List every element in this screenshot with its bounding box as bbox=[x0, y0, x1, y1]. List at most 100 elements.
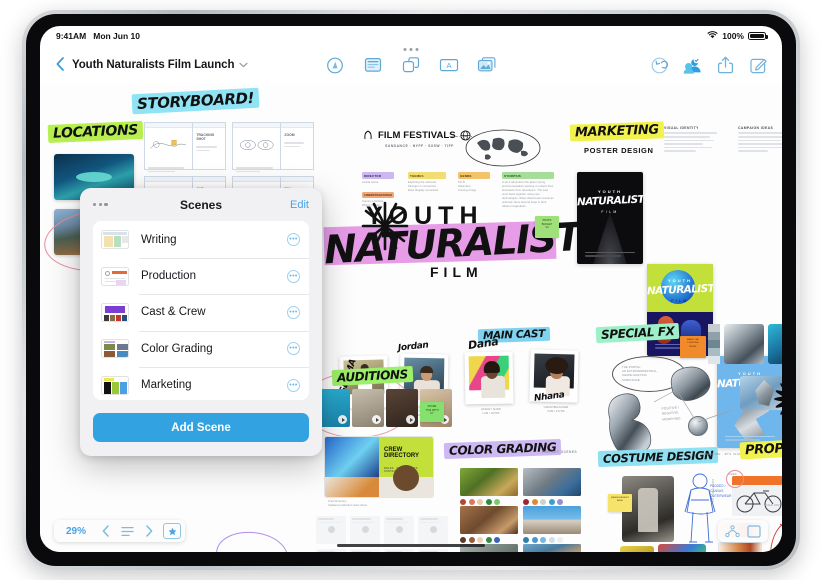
cast-signature-2: Jordan bbox=[397, 340, 429, 354]
treatment-tag-director[interactable]: DIRECTOR Leticia Ivarra bbox=[362, 172, 394, 185]
edit-button[interactable]: Edit bbox=[290, 199, 309, 211]
treatment-tag-synopsis[interactable]: SYNOPSIS A sci-fi adventure film about y… bbox=[502, 172, 554, 209]
chevron-right-icon[interactable] bbox=[138, 520, 160, 542]
media-icon[interactable] bbox=[477, 56, 497, 75]
scene-label: Production bbox=[141, 270, 196, 283]
scenes-panel[interactable]: Scenes Edit Writing ••• Production ••• C… bbox=[80, 188, 322, 456]
annotation-circle-bikes bbox=[726, 470, 744, 488]
scene-row-marketing[interactable]: Marketing ••• bbox=[93, 367, 309, 400]
heading-storyboard: STORYBOARD! bbox=[131, 87, 260, 115]
cast-name-3: HARLEY SHAW LUM / 19YRS bbox=[481, 408, 501, 416]
note-visual-identity[interactable]: VISUAL IDENTITY bbox=[664, 126, 720, 154]
scene-row-cast-crew[interactable]: Cast & Crew ••• bbox=[93, 294, 309, 330]
festival-subtitle: SUNDANCE · NYFF · SXSW · TIFF bbox=[385, 144, 454, 148]
starburst-black-icon bbox=[774, 376, 782, 427]
props-swatch-card-2[interactable] bbox=[718, 542, 762, 552]
list-lines-icon[interactable] bbox=[116, 520, 138, 542]
rectangle-icon[interactable] bbox=[743, 520, 765, 542]
audition-thumb-1[interactable] bbox=[318, 389, 350, 427]
heading-marketing: MARKETING bbox=[569, 121, 664, 142]
more-circle-icon[interactable]: ••• bbox=[287, 269, 300, 283]
scenes-panel-header: Scenes Edit bbox=[80, 188, 322, 221]
scene-thumbnail bbox=[101, 266, 129, 286]
home-indicator[interactable] bbox=[337, 543, 485, 547]
ipad-device-frame: 9:41AM Mon Jun 10 100% Youth Naturalists… bbox=[22, 10, 800, 570]
scene-row-color-grading[interactable]: Color Grading ••• bbox=[93, 330, 309, 367]
toolbar-right-tools bbox=[650, 56, 768, 75]
star-box-icon[interactable] bbox=[163, 523, 182, 539]
treatment-tag-genre[interactable]: GENRE Sci-Fi Adventure Coming of Age bbox=[458, 172, 490, 193]
chevron-left-icon[interactable] bbox=[94, 520, 116, 542]
audition-thumb-2[interactable] bbox=[352, 389, 384, 427]
sticky-note-lighting[interactable]: MAKE THE LIGHTING WORK bbox=[680, 336, 706, 358]
cast-polaroid-3[interactable] bbox=[464, 351, 514, 405]
shapes-icon[interactable] bbox=[402, 56, 421, 75]
costume-photo-yellow[interactable] bbox=[620, 546, 654, 552]
svg-text:A: A bbox=[446, 61, 452, 70]
more-circle-icon[interactable]: ••• bbox=[287, 378, 300, 392]
collaborate-icon[interactable] bbox=[683, 56, 702, 75]
annotation-circle-soundtrack bbox=[213, 528, 291, 552]
props-label-scale: SCALE ONLY bbox=[764, 504, 782, 507]
multitasking-control[interactable] bbox=[403, 48, 419, 51]
scene-thumbnail bbox=[101, 339, 129, 359]
note-campaign-ideas[interactable]: CAMPAIGN IDEAS bbox=[738, 126, 782, 154]
more-circle-icon[interactable]: ••• bbox=[287, 342, 300, 356]
scene-thumbnail bbox=[101, 302, 129, 322]
wifi-icon bbox=[707, 31, 718, 41]
grading-card-1[interactable] bbox=[460, 468, 518, 505]
compose-icon[interactable] bbox=[749, 56, 768, 75]
zoom-level[interactable]: 29% bbox=[58, 526, 94, 537]
more-circle-icon[interactable]: ••• bbox=[287, 233, 300, 247]
status-bar: 9:41AM Mon Jun 10 100% bbox=[40, 26, 782, 46]
more-circle-icon[interactable]: ••• bbox=[287, 305, 300, 319]
more-dots-icon[interactable] bbox=[93, 203, 108, 207]
node-path-icon[interactable] bbox=[721, 520, 743, 542]
add-scene-button[interactable]: Add Scene bbox=[93, 413, 309, 442]
scene-row-writing[interactable]: Writing ••• bbox=[93, 221, 309, 257]
fx-connector-lines bbox=[653, 389, 733, 423]
battery-percent: 100% bbox=[722, 31, 744, 41]
subheading-poster-design: POSTER DESIGN bbox=[584, 146, 654, 155]
grading-card-3[interactable] bbox=[460, 506, 518, 543]
costume-photo-fabrics[interactable] bbox=[658, 544, 706, 552]
storyboard-frame-1[interactable]: TRACKING SHOT bbox=[144, 122, 226, 173]
status-date: Mon Jun 10 bbox=[93, 31, 140, 41]
page-title[interactable]: Youth Naturalists Film Launch bbox=[72, 59, 234, 71]
grading-card-6[interactable] bbox=[523, 544, 581, 552]
text-box-icon[interactable]: A bbox=[439, 56, 459, 75]
connector-line bbox=[450, 136, 472, 137]
crew-directory-card[interactable]: CREWDIRECTORY ROLES · DEPARTMENTS · CONT… bbox=[324, 436, 434, 498]
fx-tone-strip bbox=[708, 324, 720, 364]
props-tent-diagram[interactable] bbox=[768, 516, 782, 552]
treatment-tag-themes[interactable]: THEMES Exploring the unknown Stronger in … bbox=[408, 172, 446, 193]
cast-signature-3: Dana bbox=[467, 334, 499, 353]
heading-special-fx: SPECIAL FX bbox=[595, 322, 680, 344]
back-button[interactable] bbox=[54, 56, 72, 74]
audition-thumb-3[interactable] bbox=[386, 389, 418, 427]
sticky-note-props-budget[interactable]: PROPS BUDGET V3 bbox=[535, 216, 559, 238]
fx-photo-chrome[interactable] bbox=[724, 324, 764, 364]
crew-directory-caption: Crew Directory Updated production team sh… bbox=[328, 500, 368, 508]
grading-card-4[interactable] bbox=[523, 506, 581, 543]
fx-photo-blue-hair[interactable] bbox=[768, 324, 782, 364]
scene-thumbnail bbox=[101, 375, 129, 395]
sticky-note-measurement[interactable]: MEASUREMENT BASE bbox=[608, 494, 632, 512]
cast-name-4: OMARI BELANGER CAM / 21YRS bbox=[543, 406, 569, 414]
scene-label: Color Grading bbox=[141, 342, 213, 355]
pen-tool-icon[interactable] bbox=[326, 56, 345, 75]
poster-1[interactable]: YOUTH NATURALISTS FILM bbox=[577, 172, 643, 264]
storyboard-frame-2[interactable]: ZOOM bbox=[232, 122, 314, 173]
chevron-down-icon[interactable] bbox=[239, 61, 249, 70]
heading-costume-design: COSTUME DESIGN bbox=[597, 446, 719, 468]
grading-card-2[interactable] bbox=[523, 468, 581, 505]
toolbar-center-tools: A bbox=[326, 56, 497, 75]
undo-icon[interactable] bbox=[650, 56, 669, 75]
bottom-right-controls bbox=[718, 520, 768, 542]
scene-row-production[interactable]: Production ••• bbox=[93, 257, 309, 294]
ipad-screen: 9:41AM Mon Jun 10 100% Youth Naturalists… bbox=[40, 26, 782, 552]
sticky-note-share-ky[interactable]: SHARE THIS WITH KY bbox=[420, 402, 444, 422]
share-icon[interactable] bbox=[716, 56, 735, 75]
bottom-left-controls: 29% bbox=[54, 520, 186, 542]
text-note-icon[interactable] bbox=[364, 56, 383, 75]
